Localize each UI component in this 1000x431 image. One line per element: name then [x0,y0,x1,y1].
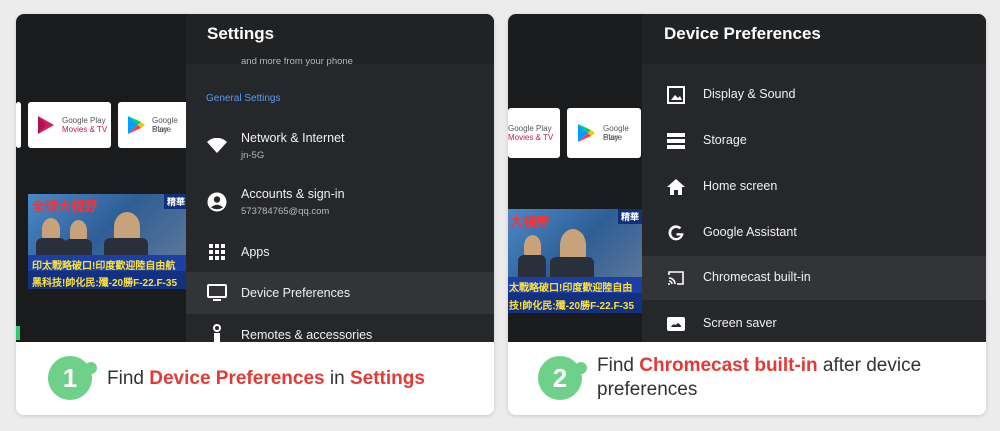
news-band-text: 印太戰略破口!印度歡迎陸自由航 [32,261,176,272]
prefs-item-chromecast[interactable]: Chromecast built-in [642,256,986,300]
step-instruction: Find Chromecast built-in after device pr… [597,354,977,402]
step-instruction: Find Device Preferences in Settings [107,367,425,391]
person-figure [70,220,87,241]
item-label: Chromecast built-in [703,270,811,284]
item-label: Home screen [703,179,778,193]
step-text-part: Find [107,368,150,389]
step-number-badge: 1 [48,356,97,400]
prefs-item-home-screen[interactable]: Home screen [642,166,986,208]
play-store-icon [578,124,595,142]
app-tile-play-movies[interactable]: Google Play Movies & TV [508,108,560,158]
account-icon [207,192,227,212]
settings-panel: Settings and more from your phone Genera… [186,14,494,342]
item-label: Display & Sound [703,87,796,101]
step-highlight: Device Preferences [149,368,325,389]
play-store-icon [128,116,145,134]
prefs-item-screen-saver[interactable]: Screen saver [642,304,986,342]
item-label: Apps [241,245,270,259]
news-band: 黑科技!帥化民:殲-20勝F-22.F-35 [28,271,188,289]
step-text-part: Find [597,355,640,376]
tile-line2: Movies & TV [62,125,108,134]
storage-icon [666,131,686,151]
item-label: Accounts & sign-in [241,187,345,201]
item-label: Network & Internet [241,131,345,145]
person-figure [550,257,594,279]
tile-line1: Google Play [62,116,106,125]
news-headline: 大視野 [510,214,550,229]
tile-line2: Store [152,125,172,134]
news-band-text: 黑科技!帥化民:殲-20勝F-22.F-35 [32,278,178,289]
item-sub: 573784765@qq.com [241,206,330,217]
app-tile-play-movies[interactable]: Google Play Movies & TV [28,102,111,148]
news-tag: 精華 [617,209,642,224]
screensaver-icon [666,314,686,334]
image-icon [666,85,686,105]
step1-card: Google Play Movies & TV Google Play Stor… [16,14,494,415]
device-preferences-panel: Device Preferences Display & Sound Stora… [642,14,986,342]
cast-icon [666,268,686,288]
home-icon [666,177,686,197]
app-tile-play-store[interactable]: Google Play Store [118,102,190,148]
focus-indicator [16,326,20,340]
person-figure [518,255,546,277]
settings-item-device-preferences[interactable]: Device Preferences [186,272,494,314]
person-figure [42,218,60,240]
step-number-badge: 2 [538,356,587,400]
panel-header: Device Preferences [642,14,986,64]
news-band-text: 太戰略破口!印度歡迎陸自由 [509,283,633,294]
prefs-item-google-assistant[interactable]: Google Assistant [642,212,986,254]
step-highlight: Settings [349,368,425,389]
settings-item-remotes[interactable]: Remotes & accessories [186,320,494,342]
tile-line1: Google Play [508,124,552,133]
remote-icon [207,324,227,342]
cut-off-text: and more from your phone [241,56,353,67]
settings-item-network[interactable]: Network & Internet jn-5G [186,124,494,170]
item-label: Remotes & accessories [241,328,373,342]
step-highlight: Chromecast built-in [639,355,818,376]
news-thumbnail[interactable]: 大視野 精華 太戰略破口!印度歡迎陸自由 技!帥化民:殲-20勝F-22.F-3… [508,209,642,313]
panel-title: Settings [207,24,275,43]
settings-item-accounts[interactable]: Accounts & sign-in 573784765@qq.com [186,180,494,226]
section-label: General Settings [206,93,281,104]
app-tile-partial[interactable] [16,102,21,148]
tv-screen: Google Play Movies & TV Google Play Stor… [508,14,986,342]
news-band: 太戰略破口!印度歡迎陸自由 [508,277,642,294]
step-caption: 2 Find Chromecast built-in after device … [508,342,986,415]
news-tag: 精華 [163,194,188,209]
news-band: 技!帥化民:殲-20勝F-22.F-35 [508,293,642,313]
panel-title: Device Preferences [664,24,821,43]
item-sub: jn-5G [241,150,265,161]
settings-item-apps[interactable]: Apps [186,236,494,268]
item-label: Google Assistant [703,225,797,239]
prefs-item-display-sound[interactable]: Display & Sound [642,74,986,116]
step-text-part: in [324,368,350,389]
tile-line2: Movies & TV [508,133,554,142]
item-label: Device Preferences [241,286,351,300]
item-label: Screen saver [703,316,777,330]
tv-icon [207,283,227,303]
prefs-item-storage[interactable]: Storage [642,120,986,162]
apps-grid-icon [207,242,227,262]
step2-card: Google Play Movies & TV Google Play Stor… [508,14,986,415]
google-g-icon [666,223,686,243]
tv-screen: Google Play Movies & TV Google Play Stor… [16,14,494,342]
news-band: 印太戰略破口!印度歡迎陸自由航 [28,255,188,272]
news-band-text: 技!帥化民:殲-20勝F-22.F-35 [509,301,635,312]
wifi-icon [207,136,227,156]
play-movies-icon [38,116,54,134]
item-label: Storage [703,133,747,147]
news-headline: 全球大視野 [32,199,98,214]
step-caption: 1 Find Device Preferences in Settings [16,342,494,415]
person-figure [524,235,541,257]
news-thumbnail[interactable]: 全球大視野 精華 印太戰略破口!印度歡迎陸自由航 黑科技!帥化民:殲-20勝F-… [28,194,188,289]
app-tile-play-store[interactable]: Google Play Store [567,108,641,158]
tile-line2: Store [603,133,623,142]
